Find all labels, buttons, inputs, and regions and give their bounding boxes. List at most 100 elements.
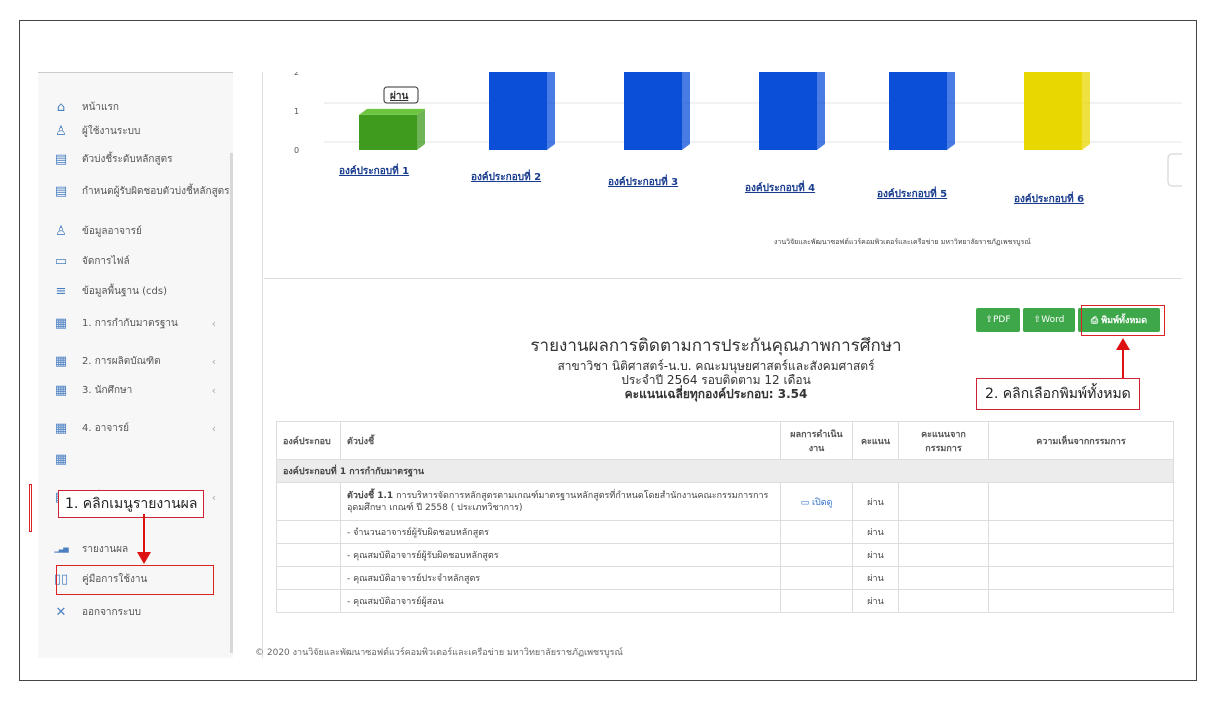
table-row: ตัวบ่งชี้ 1.1 การบริหารจัดการหลักสูตรตาม… [276, 482, 1174, 521]
bar-chart-icon: ▁▃▅ [54, 545, 68, 553]
sidebar-item[interactable]: ▦ 2. การผลิตบัณฑิต ‹ [38, 355, 230, 368]
bar-chart: 0 1 2 องค์ประกอบที่ 1 องค์ประกอบที่ 2 องค์ประ… [264, 72, 1189, 272]
x-category-label[interactable]: องค์ประกอบที่ 4 [745, 180, 815, 194]
step1-arrow [143, 514, 145, 554]
bar-side [947, 72, 955, 150]
report-title: รายงานผลการติดตามการประกันคุณภาพการศึกษา [530, 336, 902, 356]
chevron-left-icon: ‹ [211, 384, 216, 397]
bar-side [1082, 72, 1090, 150]
pass-annotation: ผ่าน [383, 86, 419, 104]
bar-chart-svg: 0 1 2 องค์ประกอบที่ 1 องค์ประกอบที่ 2 องค์ประ… [294, 72, 1189, 205]
bar[interactable] [624, 72, 682, 150]
indicator-cell: ตัวบ่งชี้ 1.1 การบริหารจัดการหลักสูตรตาม… [340, 482, 781, 521]
sidebar-item[interactable]: ▦ [38, 453, 230, 466]
close-icon: ✕ [55, 605, 67, 620]
chevron-left-icon: ‹ [211, 422, 216, 435]
calendar-icon: ▦ [54, 421, 68, 436]
group-label: องค์ประกอบที่ 1 การกำกับมาตรฐาน [276, 459, 1174, 483]
folder-icon: ▭ [54, 254, 68, 269]
bar-top [359, 108, 425, 115]
sidebar-item-label: ข้อมูลอาจารย์ [82, 226, 142, 237]
col-score: คะแนน [852, 421, 899, 460]
sidebar-item[interactable]: ▤ ตัวบ่งชี้ระดับหลักสูตร [38, 153, 230, 166]
bar-side [547, 72, 555, 150]
cell-empty [276, 482, 341, 521]
col-committee-score: คะแนนจากกรรมการ [898, 421, 989, 460]
export-pdf-button[interactable]: ⇧PDF [976, 308, 1020, 332]
bar-group [759, 72, 825, 150]
bar[interactable] [359, 114, 417, 150]
x-category-label[interactable]: องค์ประกอบที่ 5 [877, 186, 947, 200]
cell-empty [988, 543, 1174, 567]
col-indicator: ตัวบ่งชี้ [340, 421, 781, 460]
sidebar-item[interactable]: ▁▃▅ รายงานผล [38, 543, 230, 556]
table-row: - จำนวนอาจารย์ผู้รับผิดชอบหลักสูตร ผ่าน [276, 520, 1174, 544]
sidebar-item[interactable]: ≡ ข้อมูลพื้นฐาน (cds) [38, 285, 230, 298]
step1-callout: 1. คลิกเมนูรายงานผล [58, 490, 205, 518]
col-committee-comment: ความเห็นจากกรรมการ [988, 421, 1174, 460]
footer-copyright: © 2020 งานวิจัยและพัฒนาซอฟต์แวร์คอมพิวเต… [255, 648, 623, 658]
report-program: สาขาวิชา นิติศาสตร์-น.บ. คณะมนุษยศาสตร์แ… [557, 359, 875, 373]
sidebar-item[interactable]: ▦ 4. อาจารย์ ‹ [38, 422, 230, 435]
y-tick-label: 1 [294, 107, 299, 116]
cell-empty [276, 566, 341, 590]
table-header-row: องค์ประกอบ ตัวบ่งชี้ ผลการดำเนินงาน คะแน… [276, 421, 1174, 460]
sidebar-item-label: ตัวบ่งชี้ระดับหลักสูตร [82, 154, 173, 165]
cell-empty [898, 589, 989, 613]
x-category-label[interactable]: องค์ประกอบที่ 1 [339, 163, 409, 177]
sidebar-item-label: ข้อมูลพื้นฐาน (cds) [82, 286, 167, 297]
cell-empty [988, 520, 1174, 544]
bar-group [889, 72, 955, 150]
bar-group [359, 108, 425, 150]
sidebar-item-label: 3. นักศึกษา [82, 385, 133, 396]
sidebar-item[interactable]: ♙ ข้อมูลอาจารย์ [38, 225, 230, 238]
cell-empty [988, 566, 1174, 590]
indicator-code: ตัวบ่งชี้ 1.1 [347, 490, 394, 501]
cell-empty [988, 589, 1174, 613]
report-menu-highlight [56, 565, 214, 595]
sidebar-item-label: หน้าแรก [82, 102, 119, 113]
score-cell: ผ่าน [852, 482, 899, 521]
report-table: องค์ประกอบ ตัวบ่งชี้ ผลการดำเนินงาน คะแน… [276, 421, 1174, 613]
sidebar-item[interactable]: ♙ ผู้ใช้งานระบบ [38, 125, 230, 138]
sidebar-scrollbar[interactable] [230, 153, 233, 653]
sidebar-item[interactable]: ▤ กำหนดผู้รับผิดชอบตัวบ่งชี้หลักสูตร [38, 185, 230, 198]
list-icon: ≡ [55, 284, 67, 299]
result-cell: ▭ เปิดดู [780, 482, 853, 521]
export-word-button[interactable]: ⇧Word [1023, 308, 1075, 332]
sidebar-item[interactable]: ▦ 1. การกำกับมาตรฐาน ‹ [38, 317, 230, 330]
score-cell: ผ่าน [852, 589, 899, 613]
home-icon: ⌂ [56, 100, 66, 115]
x-category-label[interactable]: องค์ประกอบที่ 3 [608, 174, 678, 188]
calendar-icon: ▦ [54, 383, 68, 398]
bar[interactable] [889, 72, 947, 150]
open-document-link[interactable]: ▭ เปิดดู [801, 498, 833, 508]
user-icon: ♙ [55, 124, 67, 139]
sidebar-item[interactable]: ✕ ออกจากระบบ [38, 606, 230, 619]
cell-empty [276, 520, 341, 544]
sub-indicator: - คุณสมบัติอาจารย์ผู้รับผิดชอบหลักสูตร [340, 543, 781, 567]
cell-empty [898, 520, 989, 544]
x-category-label[interactable]: องค์ประกอบที่ 2 [471, 169, 541, 183]
step2-callout: 2. คลิกเลือกพิมพ์ทั้งหมด [976, 378, 1140, 410]
sidebar-item[interactable]: ▭ จัดการไฟล์ [38, 255, 230, 268]
sidebar-item-label: 2. การผลิตบัณฑิต [82, 356, 161, 367]
indicator-text: การบริหารจัดการหลักสูตรตามเกณฑ์มาตรฐานหล… [347, 490, 769, 513]
bar[interactable] [759, 72, 817, 150]
sidebar-item[interactable]: ⌂ หน้าแรก [38, 101, 230, 114]
bar-side [817, 72, 825, 150]
cell-empty [898, 543, 989, 567]
cell-empty [898, 566, 989, 590]
section-divider [264, 278, 1182, 279]
sidebar-item-label: 4. อาจารย์ [82, 423, 130, 434]
sidebar-item[interactable]: ▦ 3. นักศึกษา ‹ [38, 384, 230, 397]
x-category-label[interactable]: องค์ประกอบที่ 6 [1014, 191, 1084, 205]
report-period: ประจำปี 2564 รอบติดตาม 12 เดือน [621, 373, 811, 387]
bar[interactable] [489, 72, 547, 150]
step1-arrowhead [137, 552, 151, 564]
svg-text:ผ่าน: ผ่าน [390, 90, 408, 102]
bar[interactable] [1024, 72, 1082, 150]
sub-indicator: - คุณสมบัติอาจารย์ประจำหลักสูตร [340, 566, 781, 590]
sub-indicator: - จำนวนอาจารย์ผู้รับผิดชอบหลักสูตร [340, 520, 781, 544]
chart-nav-widget[interactable] [1167, 153, 1189, 187]
